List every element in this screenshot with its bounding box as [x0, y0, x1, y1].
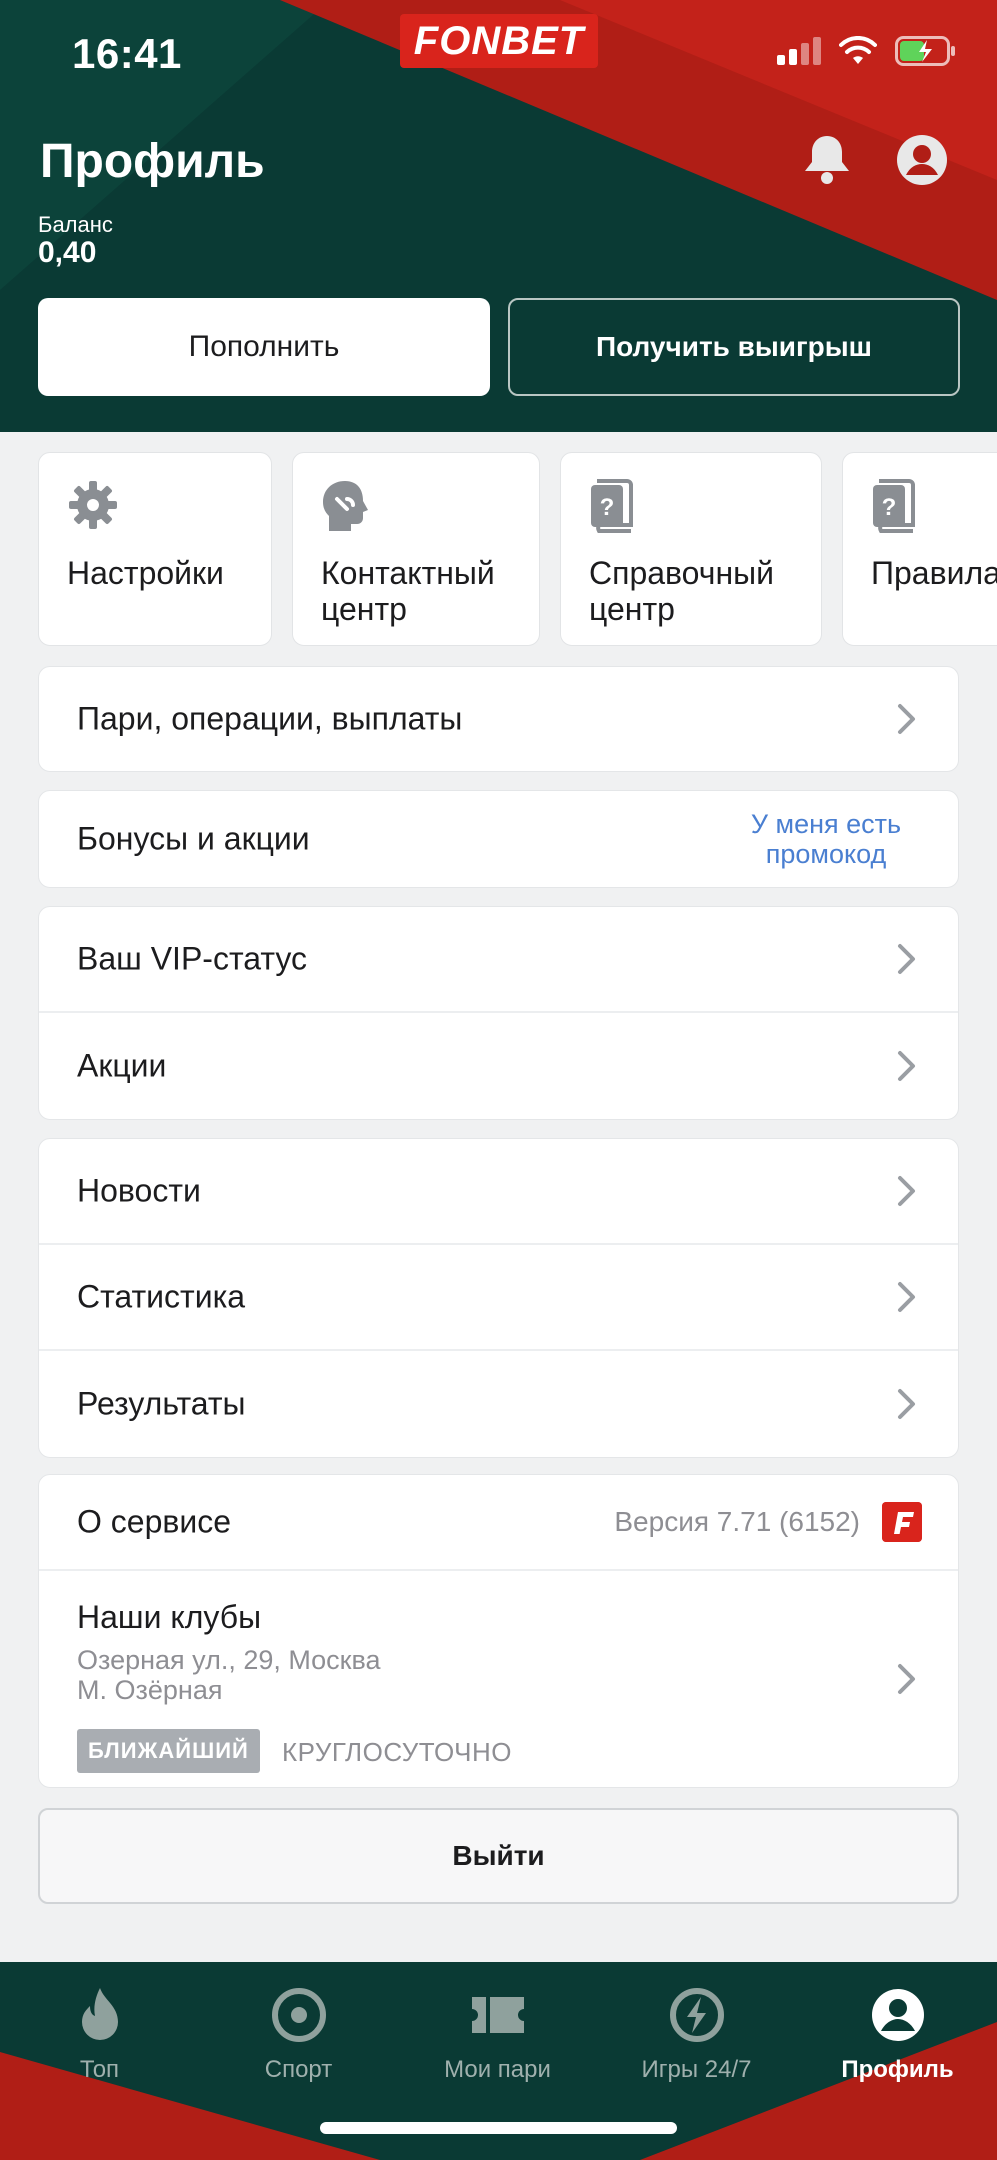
row-label: Ваш VIP-статус — [77, 940, 307, 977]
chevron-right-icon — [898, 1282, 915, 1312]
clubs-title: Наши клубы — [77, 1599, 262, 1635]
tab-top[interactable]: Топ — [0, 1982, 199, 2084]
status-bar: 16:41 FONBET — [0, 0, 997, 110]
promo-code-link[interactable]: У меня есть промокод — [736, 809, 916, 869]
club-metro-line: М. Озёрная — [77, 1675, 223, 1705]
club-address-line: Озерная ул., 29, Москва — [77, 1645, 381, 1675]
target-icon — [271, 1988, 326, 2042]
tab-profile[interactable]: Профиль — [798, 1982, 997, 2084]
tile-settings[interactable]: Настройки — [38, 452, 272, 646]
chevron-right-icon — [898, 1051, 915, 1081]
nearest-badge: БЛИЖАЙШИЙ — [77, 1729, 260, 1773]
status-time: 16:41 — [72, 30, 182, 77]
balance-value: 0,40 — [38, 236, 97, 269]
tile-label: Настройки — [67, 555, 224, 591]
lightning-icon — [669, 1988, 724, 2042]
profile-icon — [871, 1989, 924, 2041]
row-label: Результаты — [77, 1385, 246, 1422]
fonbet-logo: FONBET — [400, 14, 598, 68]
chevron-right-icon — [898, 1664, 915, 1694]
row-bonuses[interactable]: Бонусы и акции У меня есть промокод — [39, 791, 958, 887]
chevron-right-icon — [898, 1176, 915, 1206]
row-about[interactable]: О сервисе Версия 7.71 (6152) — [39, 1475, 958, 1571]
row-label: Статистика — [77, 1278, 246, 1315]
row-clubs[interactable]: Наши клубы Озерная ул., 29, Москва М. Оз… — [39, 1571, 958, 1787]
tab-label: Мои пари — [444, 2056, 551, 2083]
tile-contact-center[interactable]: Контактный центр — [292, 452, 540, 646]
row-statistics[interactable]: Статистика — [39, 1245, 958, 1351]
tab-games[interactable]: Игры 24/7 — [597, 1982, 796, 2084]
bets-card: Пари, операции, выплаты — [38, 666, 959, 772]
tab-label: Топ — [79, 2056, 120, 2083]
withdraw-button[interactable]: Получить выигрыш — [508, 298, 960, 396]
row-news[interactable]: Новости — [39, 1139, 958, 1245]
tab-label: Спорт — [264, 2056, 333, 2083]
row-label: Акции — [77, 1047, 167, 1084]
wifi-icon — [839, 36, 877, 64]
tile-label: Контактный центр — [321, 555, 495, 627]
tile-label: Правила — [871, 555, 997, 591]
app-version: Версия 7.71 (6152) — [614, 1506, 860, 1537]
row-label: Новости — [77, 1172, 201, 1209]
bell-icon[interactable] — [800, 132, 854, 188]
chevron-right-icon — [898, 704, 915, 734]
row-promotions[interactable]: Акции — [39, 1013, 958, 1119]
gear-icon — [69, 481, 117, 529]
row-vip[interactable]: Ваш VIP-статус — [39, 907, 958, 1013]
help-book-icon: ? — [591, 479, 633, 533]
battery-icon — [895, 36, 955, 66]
tile-label: Справочный центр — [589, 555, 774, 627]
home-indicator[interactable] — [320, 2122, 677, 2134]
bonuses-card: Бонусы и акции У меня есть промокод — [38, 790, 959, 888]
row-label: Пари, операции, выплаты — [77, 700, 463, 737]
balance-label: Баланс — [38, 212, 113, 237]
page-title: Профиль — [40, 135, 265, 188]
profile-header: 16:41 FONBET Профиль Баланс 0,40 Пополни… — [0, 0, 997, 432]
tile-rules[interactable]: ? Правила — [842, 452, 997, 646]
vip-card: Ваш VIP-статус Акции — [38, 906, 959, 1120]
row-label: О сервисе — [77, 1503, 232, 1540]
status-icons — [777, 36, 957, 66]
tile-help-center[interactable]: ? Справочный центр — [560, 452, 822, 646]
flame-icon — [81, 1988, 118, 2040]
shortcut-tiles: Настройки Контактный центр ? Справочный … — [38, 452, 997, 646]
tab-my-bets[interactable]: Мои пари — [398, 1982, 597, 2084]
info-card: Новости Статистика Результаты — [38, 1138, 959, 1458]
about-card: О сервисе Версия 7.71 (6152) Наши клубы … — [38, 1474, 959, 1788]
ticket-icon — [471, 1997, 524, 2033]
deposit-button[interactable]: Пополнить — [38, 298, 490, 396]
row-results[interactable]: Результаты — [39, 1351, 958, 1457]
row-label: Бонусы и акции — [77, 820, 310, 857]
chevron-right-icon — [898, 1389, 915, 1419]
user-icon[interactable] — [896, 134, 948, 186]
club-address: Озерная ул., 29, Москва М. Озёрная — [77, 1645, 381, 1705]
logout-button[interactable]: Выйти — [38, 1808, 959, 1904]
chevron-right-icon — [898, 944, 915, 974]
svg-text:?: ? — [600, 494, 615, 521]
help-book-icon: ? — [873, 479, 915, 533]
tab-label: Профиль — [841, 2056, 954, 2083]
svg-text:?: ? — [882, 494, 897, 521]
signal-icon — [777, 37, 821, 65]
support-head-icon — [323, 481, 368, 531]
fonbet-f-icon — [882, 1502, 922, 1542]
tab-sport[interactable]: Спорт — [199, 1982, 398, 2084]
club-hours: КРУГЛОСУТОЧНО — [282, 1737, 512, 1767]
row-bets[interactable]: Пари, операции, выплаты — [39, 667, 958, 771]
tab-label: Игры 24/7 — [641, 2056, 752, 2083]
